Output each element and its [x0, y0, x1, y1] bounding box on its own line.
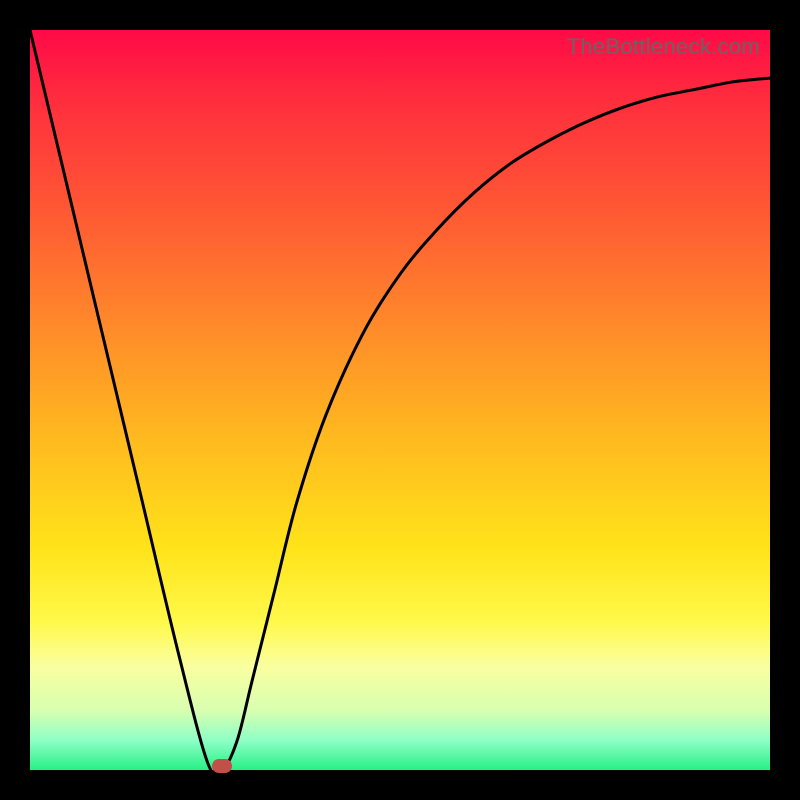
chart-frame: TheBottleneck.com: [0, 0, 800, 800]
plot-area: TheBottleneck.com: [30, 30, 770, 770]
minimum-marker: [212, 759, 232, 773]
bottleneck-curve: [30, 30, 770, 770]
